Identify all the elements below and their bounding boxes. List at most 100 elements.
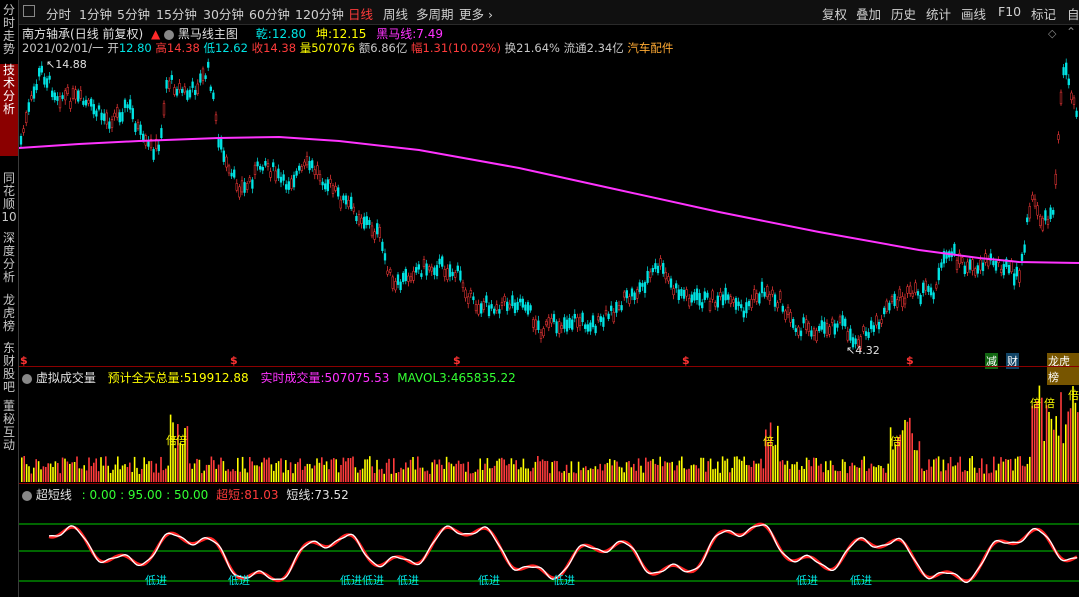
- candle-body: [708, 300, 712, 311]
- candle-body: [321, 181, 324, 186]
- candle-body: [196, 83, 199, 95]
- candle-body: [729, 296, 732, 305]
- candle-body: [896, 299, 899, 308]
- candle-body: [615, 301, 618, 313]
- candle-body: [745, 302, 748, 314]
- candle-body: [519, 298, 522, 303]
- candle-body: [758, 293, 761, 304]
- volume-bar: [726, 458, 729, 482]
- candle-body: [35, 84, 38, 91]
- volume-bar: [712, 469, 714, 482]
- candle-body: [571, 319, 574, 330]
- volume-bar: [69, 463, 71, 482]
- volume-bar: [613, 460, 616, 482]
- volume-bar: [532, 467, 534, 482]
- candle-body: [584, 324, 587, 329]
- volume-bar: [181, 444, 184, 482]
- candle-body: [415, 267, 418, 273]
- candle-body: [903, 297, 907, 305]
- kline-chart-area[interactable]: [19, 0, 1079, 597]
- volume-bar: [925, 469, 928, 482]
- volume-bar: [78, 468, 81, 482]
- short-panel-title[interactable]: 超短线: [36, 488, 72, 502]
- candle-body: [568, 317, 571, 329]
- volume-bar: [1026, 463, 1029, 482]
- volume-bar: [875, 467, 877, 482]
- volume-bar: [733, 456, 736, 482]
- sidebar-item-ths10[interactable]: 同花顺10: [0, 172, 18, 224]
- longhu-badge[interactable]: 龙虎榜: [1047, 353, 1079, 385]
- volume-bar: [947, 463, 949, 482]
- candle-body: [885, 300, 888, 312]
- volume-bar: [469, 473, 472, 482]
- candle-body: [425, 263, 428, 276]
- candle-body: [443, 269, 446, 277]
- volume-bar: [534, 461, 537, 482]
- volume-bar: [1060, 392, 1062, 482]
- volume-bar: [1012, 470, 1014, 482]
- bei-marker: 倍: [176, 434, 187, 447]
- volume-bar: [414, 469, 417, 482]
- dropdown-circle-icon[interactable]: [22, 490, 32, 501]
- candle-body: [126, 104, 129, 109]
- volume-bar: [647, 461, 649, 482]
- volume-bar: [563, 471, 565, 482]
- volume-bar: [546, 460, 549, 482]
- volume-bar: [148, 461, 150, 482]
- volume-bar: [35, 459, 37, 482]
- volume-bar: [757, 463, 760, 482]
- volume-bar: [306, 463, 309, 482]
- volume-bar: [774, 444, 777, 482]
- volume-bar: [47, 463, 49, 482]
- volume-panel-title[interactable]: 虚拟成交量: [36, 371, 96, 385]
- volume-bar: [707, 461, 709, 482]
- candle-body: [173, 87, 176, 95]
- sidebar-item-dongmi[interactable]: 董秘互动: [0, 400, 18, 452]
- volume-bar: [347, 458, 349, 482]
- volume-bar: [851, 462, 853, 482]
- candle-body: [110, 119, 114, 128]
- candle-body: [732, 299, 735, 303]
- candle-body: [300, 166, 303, 171]
- volume-bar: [457, 460, 460, 482]
- volume-bar: [832, 465, 834, 482]
- volume-bar: [366, 459, 369, 482]
- sidebar-item-longhu[interactable]: 龙虎榜: [0, 294, 18, 334]
- volume-bar: [297, 462, 299, 482]
- candle-body: [799, 330, 803, 337]
- candle-body: [841, 315, 844, 326]
- sidebar-item-guba[interactable]: 东财股吧: [0, 342, 18, 394]
- dropdown-circle-icon[interactable]: [22, 373, 32, 384]
- sidebar-item-deep[interactable]: 深度分析: [0, 232, 18, 286]
- candle-body: [32, 86, 36, 99]
- candle-body: [448, 264, 452, 277]
- candle-body: [789, 312, 792, 323]
- volume-bar: [1000, 457, 1002, 482]
- volume-bar: [731, 467, 733, 482]
- volume-bar: [510, 458, 513, 482]
- volume-bar: [916, 450, 918, 482]
- candle-body: [74, 89, 77, 100]
- volume-bar: [90, 466, 93, 482]
- bei-marker: 倍: [763, 435, 774, 448]
- candle-body: [92, 104, 95, 115]
- sidebar-item-intraday[interactable]: 分时走势: [0, 4, 18, 60]
- short-levels: : 0.00 : 95.00 : 50.00: [81, 488, 209, 502]
- candle-body: [142, 133, 145, 141]
- volume-bar: [820, 463, 822, 482]
- volume-bar: [793, 464, 796, 482]
- candle-body: [199, 73, 202, 83]
- volume-bar: [261, 462, 263, 482]
- candle-body: [181, 88, 184, 93]
- candle-body: [636, 289, 639, 299]
- volume-bar: [863, 456, 865, 482]
- max-price-label: ↖14.88: [46, 58, 87, 71]
- candle-body: [1059, 91, 1063, 105]
- volume-bar: [901, 430, 904, 482]
- volume-bar: [467, 461, 469, 482]
- candle-body: [815, 330, 818, 342]
- candle-body: [103, 113, 106, 121]
- sidebar-item-technical[interactable]: 技术分析: [0, 64, 18, 156]
- volume-bar: [460, 463, 462, 482]
- volume-bar: [249, 457, 251, 482]
